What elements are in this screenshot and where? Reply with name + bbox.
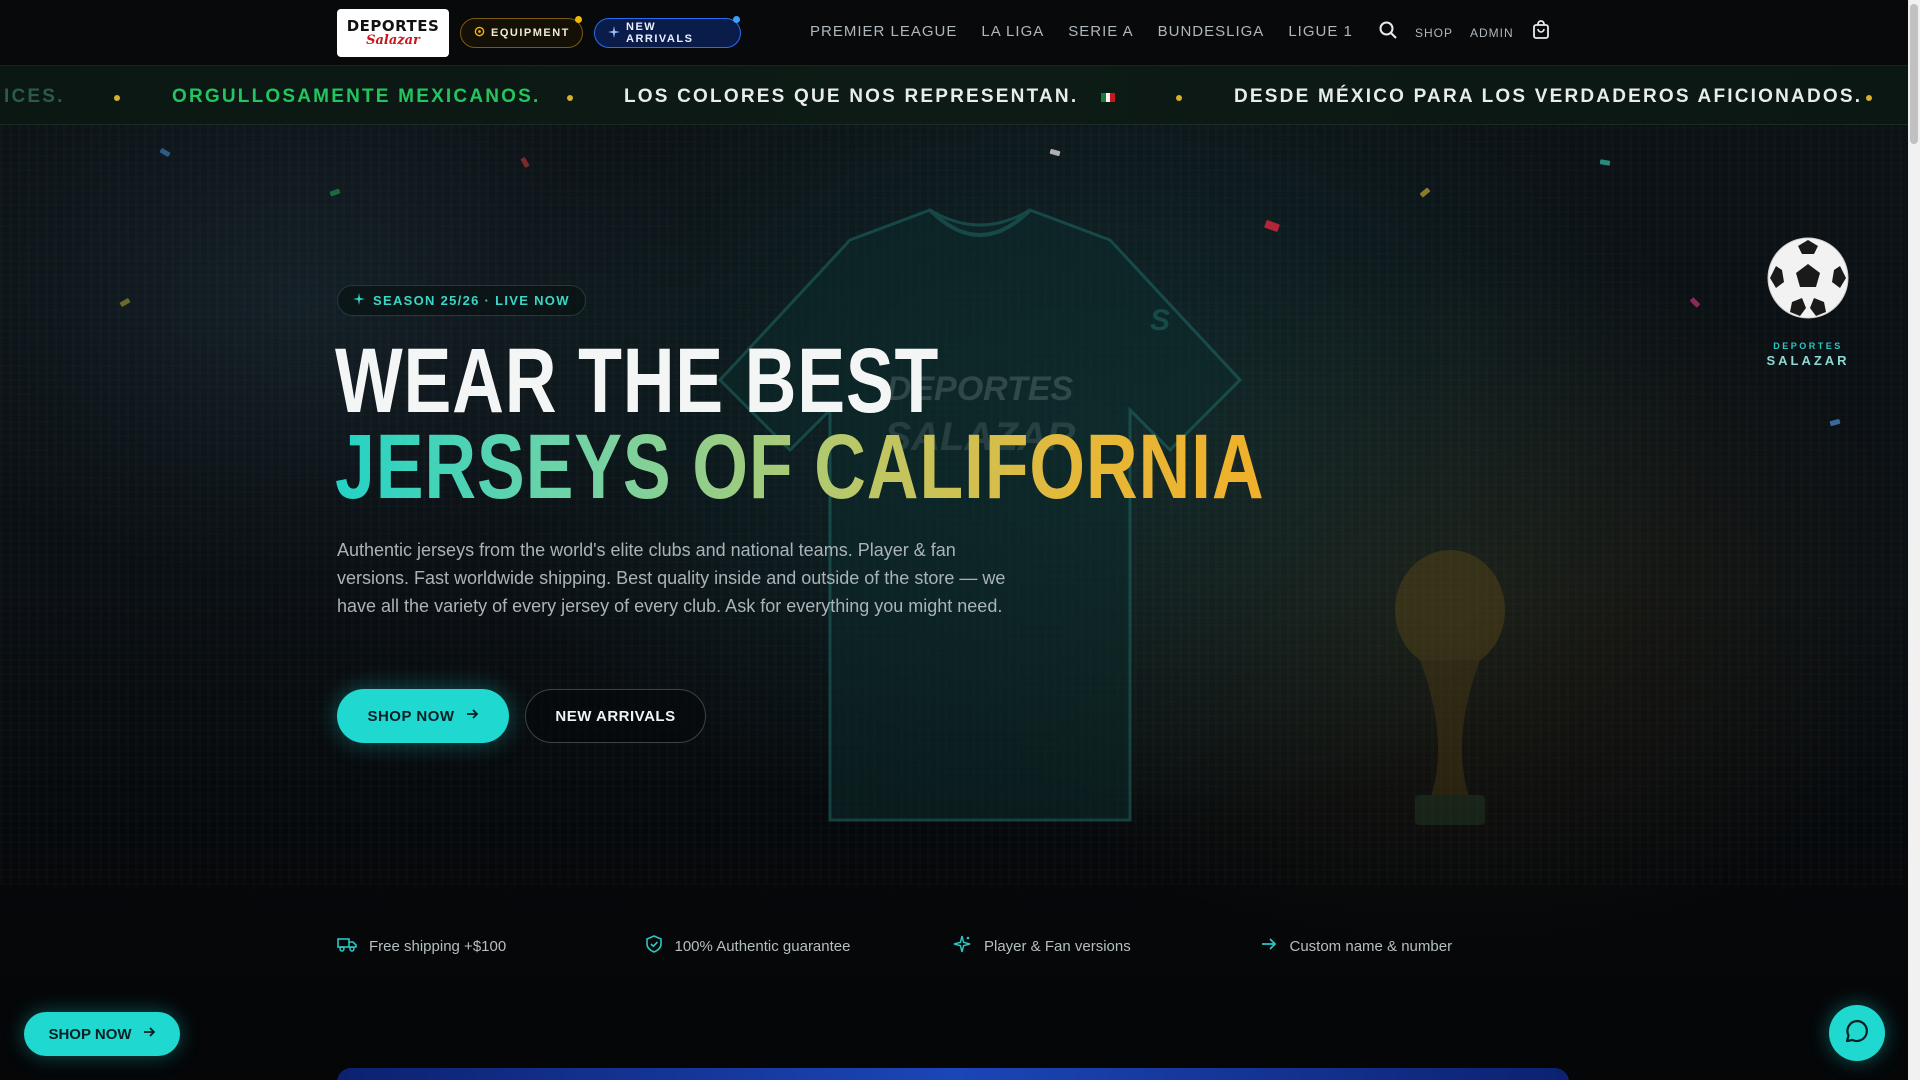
feature-label: Player & Fan versions: [984, 937, 1131, 955]
side-brand-top: DEPORTES: [1773, 341, 1843, 351]
mexico-flag-icon: [1101, 93, 1116, 102]
new-arrivals-button-label: NEW ARRIVALS: [555, 707, 676, 725]
side-brand: DEPORTES SALAZAR: [1740, 341, 1876, 368]
announcement-marquee: ICES. ORGULLOSAMENTE MEXICANOS. LOS COLO…: [0, 66, 1908, 125]
feature-item: Free shipping +$100: [337, 934, 645, 958]
truck-icon: [337, 936, 357, 956]
feature-item: Player & Fan versions: [952, 934, 1260, 958]
nav-la-liga[interactable]: LA LIGA: [981, 23, 1044, 40]
feature-label: 100% Authentic guarantee: [674, 937, 851, 955]
shop-now-button[interactable]: SHOP NOW: [337, 689, 509, 743]
marquee-separator: [567, 95, 573, 101]
page-scrollbar[interactable]: [1908, 0, 1920, 1080]
hero-title-line2: JERSEYS OF CALIFORNIA: [335, 416, 1265, 518]
gear-icon: [474, 26, 485, 40]
nav-bundesliga[interactable]: BUNDESLIGA: [1158, 23, 1265, 40]
season-badge: SEASON 25/26 · LIVE NOW: [337, 285, 586, 316]
shield-check-icon: [645, 935, 663, 957]
hero-title-line1: WEAR THE BEST: [335, 330, 940, 432]
marquee-item: DESDE MÉXICO PARA LOS VERDADEROS AFICION…: [1234, 86, 1863, 107]
search-icon[interactable]: [1378, 20, 1398, 45]
marquee-separator: [1176, 95, 1182, 101]
soccer-ball-icon: [1767, 237, 1849, 319]
arrow-right-icon: [142, 1025, 156, 1043]
sparkle-icon: [952, 934, 972, 958]
header-actions: SHOP ADMIN: [1378, 20, 1551, 45]
feature-item: 100% Authentic guarantee: [645, 934, 953, 958]
side-brand-bottom: SALAZAR: [1766, 353, 1850, 368]
sparkle-icon: [608, 25, 620, 41]
logo-line2: Salazar: [366, 33, 420, 48]
nav-premier-league[interactable]: PREMIER LEAGUE: [810, 23, 957, 40]
equipment-label: EQUIPMENT: [491, 27, 570, 39]
notification-dot: [575, 16, 582, 23]
shopping-bag-icon[interactable]: [1531, 20, 1551, 45]
promo-banner-strip[interactable]: [337, 1068, 1569, 1080]
marquee-item: LOS COLORES QUE NOS REPRESENTAN.: [624, 86, 1079, 107]
scrollbar-thumb[interactable]: [1910, 4, 1918, 144]
shop-link[interactable]: SHOP: [1415, 26, 1453, 40]
equipment-pill-button[interactable]: EQUIPMENT: [460, 16, 583, 48]
shop-now-label: SHOP NOW: [367, 707, 455, 725]
trophy-image: [1395, 550, 1505, 825]
new-arrivals-label: NEW ARRIVALS: [626, 21, 694, 45]
site-header: DEPORTES Salazar EQUIPMENT NEW ARRIVALS …: [0, 0, 1908, 66]
feature-label: Free shipping +$100: [369, 937, 507, 955]
sparkle-icon: [353, 293, 365, 308]
marquee-item: ORGULLOSAMENTE MEXICANOS.: [172, 86, 541, 107]
new-arrivals-pill-button[interactable]: NEW ARRIVALS: [594, 16, 741, 48]
svg-text:S: S: [1150, 304, 1170, 337]
marquee-separator: [114, 95, 120, 101]
arrow-right-icon: [465, 707, 479, 725]
marquee-item: ICES.: [4, 86, 65, 107]
season-badge-label: SEASON 25/26 · LIVE NOW: [373, 293, 570, 308]
feature-label: Custom name & number: [1289, 937, 1453, 955]
nav-serie-a[interactable]: SERIE A: [1068, 23, 1133, 40]
floating-shop-now-button[interactable]: SHOP NOW: [24, 1012, 180, 1056]
notification-dot: [733, 16, 740, 23]
floating-shop-now-label: SHOP NOW: [48, 1025, 132, 1043]
feature-list: Free shipping +$100 100% Authentic guara…: [337, 934, 1567, 958]
hero-description: Authentic jerseys from the world's elite…: [337, 540, 1006, 616]
admin-link[interactable]: ADMIN: [1470, 26, 1514, 40]
league-nav: PREMIER LEAGUE LA LIGA SERIE A BUNDESLIG…: [810, 23, 1353, 40]
nav-ligue-1[interactable]: LIGUE 1: [1288, 23, 1353, 40]
logo-line1: DEPORTES: [346, 17, 440, 35]
arrow-right-icon: [1260, 936, 1278, 956]
jersey-image: DEPORTES SALAZAR S: [717, 208, 1243, 822]
new-arrivals-button[interactable]: NEW ARRIVALS: [525, 689, 706, 743]
feature-item: Custom name & number: [1260, 934, 1568, 958]
marquee-separator: [1866, 95, 1872, 101]
chat-bubble-icon: [1844, 1018, 1870, 1049]
chat-button[interactable]: [1829, 1005, 1885, 1061]
brand-logo[interactable]: DEPORTES Salazar: [337, 9, 449, 57]
